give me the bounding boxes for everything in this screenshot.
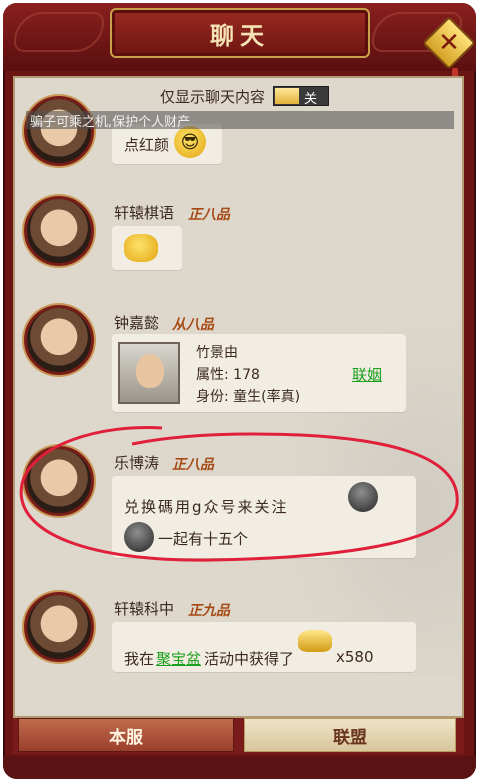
shy-emoji-icon (124, 234, 158, 262)
message-bubble: 点红颜 😎 (112, 124, 222, 164)
footer-ornament (3, 756, 476, 779)
card-identity: 身份: 童生(率真) (196, 389, 301, 405)
tab-alliance[interactable]: 联盟 (244, 718, 456, 752)
message-text: 点红颜 (124, 136, 170, 154)
message-prefix: 我在 (124, 650, 155, 668)
bamboo-background (242, 256, 462, 676)
portrait-head-icon (136, 354, 164, 388)
message-text: 兑换碼用g众号来关注 (124, 498, 289, 516)
sender-name[interactable]: 钟嘉懿 (114, 312, 159, 333)
card-name: 竹景由 (196, 345, 238, 361)
item-quantity: x580 (336, 648, 374, 666)
chat-only-toggle[interactable]: 关 (273, 86, 329, 107)
title-plate: 聊天 (110, 8, 370, 58)
message-text: 一起有十五个 (158, 530, 249, 548)
message-suffix: 活动中获得了 (204, 650, 295, 668)
rank-badge: 正九品 (188, 603, 230, 619)
rank-badge: 正八品 (188, 207, 230, 223)
avatar[interactable] (24, 305, 94, 375)
avatar[interactable] (24, 592, 94, 662)
toggle-state: 关 (304, 92, 318, 107)
character-card: 竹景由 属性: 178 身份: 童生(率真) 联姻 (112, 334, 406, 412)
marriage-link[interactable]: 联姻 (352, 364, 382, 385)
gold-ingot-icon (298, 630, 332, 652)
dragon-ornament-left-icon (14, 12, 104, 52)
grumpy-emoji-icon (124, 522, 154, 552)
toggle-knob[interactable] (275, 88, 299, 104)
warning-text: 骗子可乘之机,保护个人财产 (30, 115, 191, 130)
event-link[interactable]: 聚宝盆 (156, 648, 201, 669)
card-portrait (118, 342, 180, 404)
sender-name[interactable]: 乐博涛 (114, 452, 159, 473)
message-bubble: 兑换碼用g众号来关注 一起有十五个 (112, 476, 416, 558)
message-bubble: 我在 聚宝盆 活动中获得了 x580 (112, 622, 416, 672)
grumpy-emoji-icon (348, 482, 378, 512)
sender-name[interactable]: 轩辕棋语 (114, 202, 174, 223)
toggle-label: 仅显示聊天内容 (160, 88, 266, 106)
sender-name[interactable]: 轩辕科中 (114, 598, 174, 619)
warning-banner: 骗子可乘之机,保护个人财产 (26, 111, 454, 130)
avatar[interactable] (24, 446, 94, 516)
card-attribute: 属性: 178 (196, 367, 260, 383)
message-bubble (112, 226, 182, 270)
tab-server[interactable]: 本服 (18, 718, 234, 752)
rank-badge: 正八品 (172, 457, 214, 473)
close-icon[interactable]: ✕ (430, 24, 468, 62)
avatar[interactable] (24, 196, 94, 266)
sunglasses-face-icon: 😎 (180, 131, 200, 153)
rank-badge: 从八品 (172, 317, 214, 333)
window-title: 聊天 (210, 21, 270, 50)
avatar[interactable] (24, 96, 94, 166)
